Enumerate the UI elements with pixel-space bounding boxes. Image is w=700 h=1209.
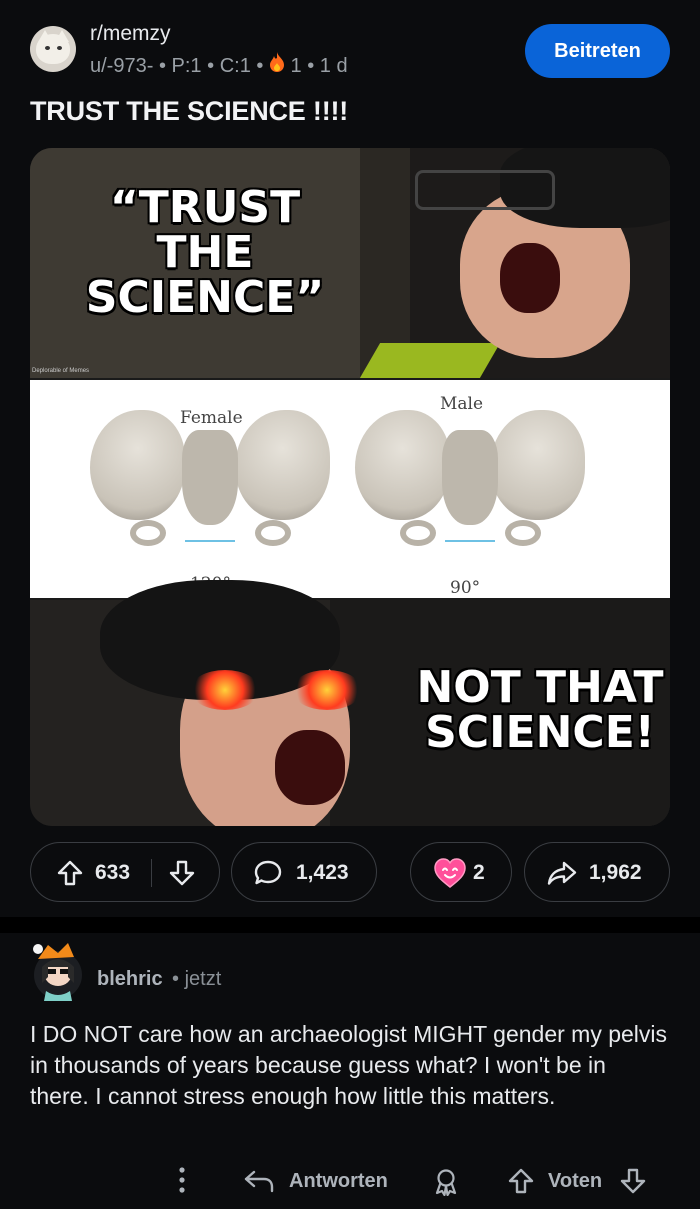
meme-top-text: “TRUST THE SCIENCE” <box>85 182 325 323</box>
awards-button[interactable]: 2 <box>410 842 512 902</box>
p-label: P:1 <box>171 55 202 77</box>
post-author[interactable]: u/-973- <box>90 55 153 77</box>
post-image[interactable]: “TRUST THE SCIENCE” Deplorable of Memes … <box>30 148 670 826</box>
post-meta: u/-973- • P:1 • C:1 • 1 • 1 d <box>90 52 348 78</box>
comment: blehric • jetzt I DO NOT care how an arc… <box>0 933 700 1209</box>
join-button[interactable]: Beitreten <box>525 24 670 78</box>
award-count: 2 <box>473 861 485 884</box>
meme-bottom-text: NOT THAT SCIENCE! <box>416 662 664 758</box>
c-label: C:1 <box>219 55 251 77</box>
share-count: 1,962 <box>589 861 642 884</box>
comment-icon <box>254 860 282 886</box>
upvote-icon[interactable] <box>57 860 83 886</box>
comment-count: 1,423 <box>296 861 349 884</box>
comments-button[interactable]: 1,423 <box>231 842 377 902</box>
comment-avatar[interactable] <box>28 937 88 1007</box>
post-action-bar: 633 1,423 2 1,962 <box>30 842 670 902</box>
vote-control: 633 <box>30 842 220 902</box>
male-pelvis-image <box>350 400 590 570</box>
meme-watermark: Deplorable of Memes <box>32 368 90 374</box>
male-label: Male <box>440 394 484 414</box>
comment-action-bar: Antworten Voten <box>0 1159 700 1199</box>
meme-panel-pelvis: Female Male 120° 90° <box>30 380 670 598</box>
post-age: 1 d <box>319 55 348 77</box>
upvote-count: 633 <box>95 861 131 884</box>
fire-icon <box>269 52 285 78</box>
male-angle-label: 90° <box>450 578 481 598</box>
downvote-icon[interactable] <box>169 860 195 886</box>
more-icon[interactable] <box>172 1165 192 1200</box>
post-title[interactable]: TRUST THE SCIENCE !!!! <box>30 96 348 127</box>
fire-count: 1 <box>290 55 302 77</box>
reply-icon[interactable] <box>244 1169 274 1198</box>
comment-body: I DO NOT care how an archaeologist MIGHT… <box>30 1021 668 1109</box>
subreddit-avatar[interactable] <box>30 26 76 72</box>
downvote-icon[interactable] <box>620 1168 646 1199</box>
vote-label: Voten <box>548 1170 603 1192</box>
female-label: Female <box>180 408 243 428</box>
award-icon[interactable] <box>432 1168 460 1201</box>
award-icon <box>433 857 467 889</box>
section-divider <box>0 917 700 933</box>
share-button[interactable]: 1,962 <box>524 842 670 902</box>
comment-author[interactable]: blehric <box>97 968 163 991</box>
meme-panel-bottom: NOT THAT SCIENCE! <box>30 580 670 826</box>
comment-meta: • jetzt <box>172 968 222 990</box>
meme-panel-top: “TRUST THE SCIENCE” Deplorable of Memes <box>30 148 670 378</box>
reply-button[interactable]: Antworten <box>289 1170 388 1193</box>
subreddit-name[interactable]: r/memzy <box>90 22 171 46</box>
share-icon <box>547 860 577 886</box>
upvote-icon[interactable] <box>508 1168 534 1199</box>
comment-time: jetzt <box>184 968 222 990</box>
